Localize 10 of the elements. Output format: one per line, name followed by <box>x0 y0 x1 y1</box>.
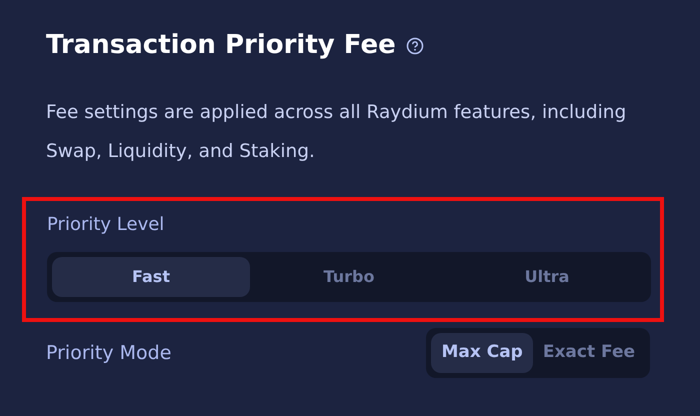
option-tab[interactable]: Turbo <box>250 257 448 298</box>
description-text: Fee settings are applied across all Raydium features, including Swap, Liquidity, and Staking. <box>46 101 628 164</box>
option-tab[interactable]: Max Cap <box>431 333 533 373</box>
priority-level-label: Priority Level <box>47 213 166 238</box>
panel-title: Transaction Priority Fee <box>46 30 396 62</box>
option-tab[interactable]: Exact Fee <box>532 333 645 373</box>
priority-mode-label: Priority Mode <box>46 340 172 366</box>
option-tab[interactable]: Fast <box>52 257 250 298</box>
help-icon[interactable] <box>406 36 424 55</box>
option-tab[interactable]: Ultra <box>448 257 646 298</box>
